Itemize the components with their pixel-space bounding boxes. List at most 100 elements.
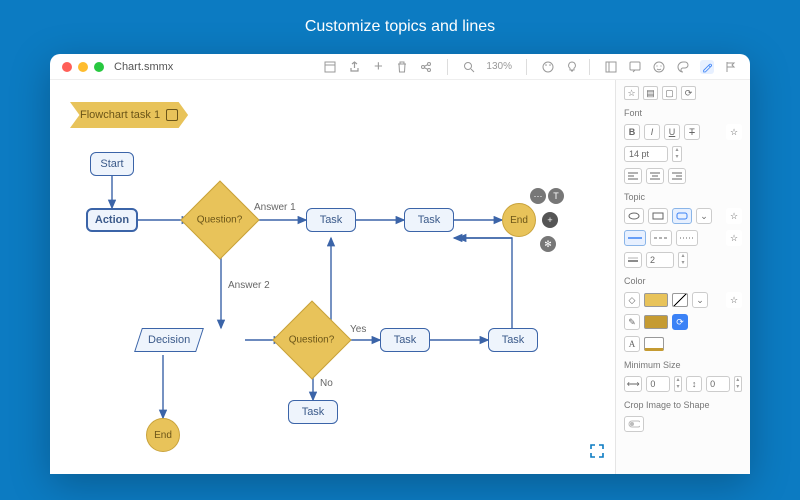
node-task2[interactable]: Task: [404, 208, 454, 232]
layout-icon[interactable]: [323, 60, 337, 74]
canvas[interactable]: Flowchart task 1 Start Action Question? …: [50, 80, 615, 474]
font-size-stepper[interactable]: ▴▾: [672, 146, 682, 162]
tab-layers-icon[interactable]: ▤: [643, 86, 658, 100]
strike-button[interactable]: T: [684, 124, 700, 140]
crop-toggle[interactable]: [624, 416, 644, 432]
border-width-stepper[interactable]: ▴▾: [678, 252, 688, 268]
panel-style-icon[interactable]: [700, 60, 714, 74]
shape-rect-button[interactable]: [648, 208, 668, 224]
palette-icon[interactable]: [541, 60, 555, 74]
inspector-tabs: ☆ ▤ ▢ ⟳: [624, 86, 742, 100]
search-icon[interactable]: [462, 60, 476, 74]
pin-border-icon[interactable]: ☆: [726, 230, 742, 246]
pin-font-icon[interactable]: ☆: [726, 124, 742, 140]
node-handle-text[interactable]: T: [548, 188, 564, 204]
topic-section-label: Topic: [624, 192, 742, 202]
fill-icon: ◇: [624, 292, 640, 308]
titlebar: Chart.smmx + 130%: [50, 54, 750, 80]
bulb-icon[interactable]: [565, 60, 579, 74]
border-style-row: ☆: [624, 230, 742, 246]
min-height-stepper[interactable]: ▴▾: [734, 376, 742, 392]
shape-more-button[interactable]: ⌄: [696, 208, 712, 224]
node-decision[interactable]: Decision: [134, 328, 204, 352]
expand-icon[interactable]: [589, 443, 605, 464]
align-row: [624, 168, 742, 184]
border-solid-button[interactable]: [624, 230, 646, 246]
node-task3[interactable]: Task: [380, 328, 430, 352]
flowchart-title-tag[interactable]: Flowchart task 1: [70, 102, 188, 128]
fill-more-button[interactable]: ⌄: [692, 292, 708, 308]
zoom-level[interactable]: 130%: [486, 61, 512, 72]
align-right-button[interactable]: [668, 168, 686, 184]
italic-button[interactable]: I: [644, 124, 660, 140]
document-filename: Chart.smmx: [114, 61, 173, 73]
pin-color-icon[interactable]: ☆: [726, 292, 742, 308]
node-handle-top[interactable]: ⋯: [530, 188, 546, 204]
node-task4[interactable]: Task: [488, 328, 538, 352]
border-dotted-button[interactable]: [676, 230, 698, 246]
node-handle-add[interactable]: +: [542, 212, 558, 228]
tab-image-icon[interactable]: ▢: [662, 86, 677, 100]
fill-color-row: ◇ ⌄ ☆: [624, 292, 742, 308]
tab-star-icon[interactable]: ☆: [624, 86, 639, 100]
border-width-icon: [624, 252, 642, 268]
stroke-auto-button[interactable]: ⟳: [672, 314, 688, 330]
share-icon[interactable]: [347, 60, 361, 74]
banner-title: Customize topics and lines: [305, 18, 495, 36]
node-handle-more[interactable]: ✻: [540, 236, 556, 252]
toolbar: + 130%: [323, 59, 738, 75]
panel-theme-icon[interactable]: [676, 60, 690, 74]
tab-refresh-icon[interactable]: ⟳: [681, 86, 696, 100]
min-height-input[interactable]: 0: [706, 376, 729, 392]
min-width-input[interactable]: 0: [646, 376, 669, 392]
bold-button[interactable]: B: [624, 124, 640, 140]
pin-topic-icon[interactable]: ☆: [726, 208, 742, 224]
shape-roundrect-button[interactable]: [672, 208, 692, 224]
traffic-lights: [62, 62, 104, 72]
node-question1[interactable]: Question?: [180, 180, 259, 259]
font-size-select[interactable]: 14 pt: [624, 146, 668, 162]
align-center-button[interactable]: [646, 168, 664, 184]
maximize-icon[interactable]: [94, 62, 104, 72]
trash-icon[interactable]: [395, 60, 409, 74]
crop-row: [624, 416, 742, 432]
panel-outline-icon[interactable]: [604, 60, 618, 74]
node-question2[interactable]: Question?: [272, 300, 351, 379]
no-fill-swatch[interactable]: [672, 293, 688, 307]
fill-swatch[interactable]: [644, 293, 668, 307]
min-width-stepper[interactable]: ▴▾: [674, 376, 682, 392]
node-action[interactable]: Action: [86, 208, 138, 232]
shape-ellipse-button[interactable]: [624, 208, 644, 224]
underline-button[interactable]: U: [664, 124, 680, 140]
font-size-row: 14 pt ▴▾: [624, 146, 742, 162]
node-end2[interactable]: End: [146, 418, 180, 452]
close-icon[interactable]: [62, 62, 72, 72]
stroke-swatch[interactable]: [644, 315, 668, 329]
font-style-row: B I U T ☆: [624, 124, 742, 140]
node-task5[interactable]: Task: [288, 400, 338, 424]
panel-emoji-icon[interactable]: [652, 60, 666, 74]
text-color-swatch[interactable]: [644, 337, 664, 351]
border-width-input[interactable]: 2: [646, 252, 674, 268]
link-share-icon[interactable]: [419, 60, 433, 74]
align-left-button[interactable]: [624, 168, 642, 184]
edge-label-yes: Yes: [350, 324, 366, 335]
edge-label-no: No: [320, 378, 333, 389]
minimize-icon[interactable]: [78, 62, 88, 72]
width-icon: ⟷: [624, 376, 642, 392]
node-end1[interactable]: End: [502, 203, 536, 237]
add-icon[interactable]: +: [371, 60, 385, 74]
height-icon: ↕: [686, 376, 702, 392]
node-start[interactable]: Start: [90, 152, 134, 176]
panel-notes-icon[interactable]: [628, 60, 642, 74]
panel-flag-icon[interactable]: [724, 60, 738, 74]
app-window: Chart.smmx + 130%: [50, 54, 750, 474]
minsize-row: ⟷ 0 ▴▾ ↕ 0 ▴▾: [624, 376, 742, 392]
border-dashed-button[interactable]: [650, 230, 672, 246]
node-task1[interactable]: Task: [306, 208, 356, 232]
stroke-color-row: ✎ ⟳: [624, 314, 742, 330]
shape-row: ⌄ ☆: [624, 208, 742, 224]
external-link-icon[interactable]: [166, 109, 178, 121]
crop-section-label: Crop Image to Shape: [624, 400, 742, 410]
minsize-section-label: Minimum Size: [624, 360, 742, 370]
